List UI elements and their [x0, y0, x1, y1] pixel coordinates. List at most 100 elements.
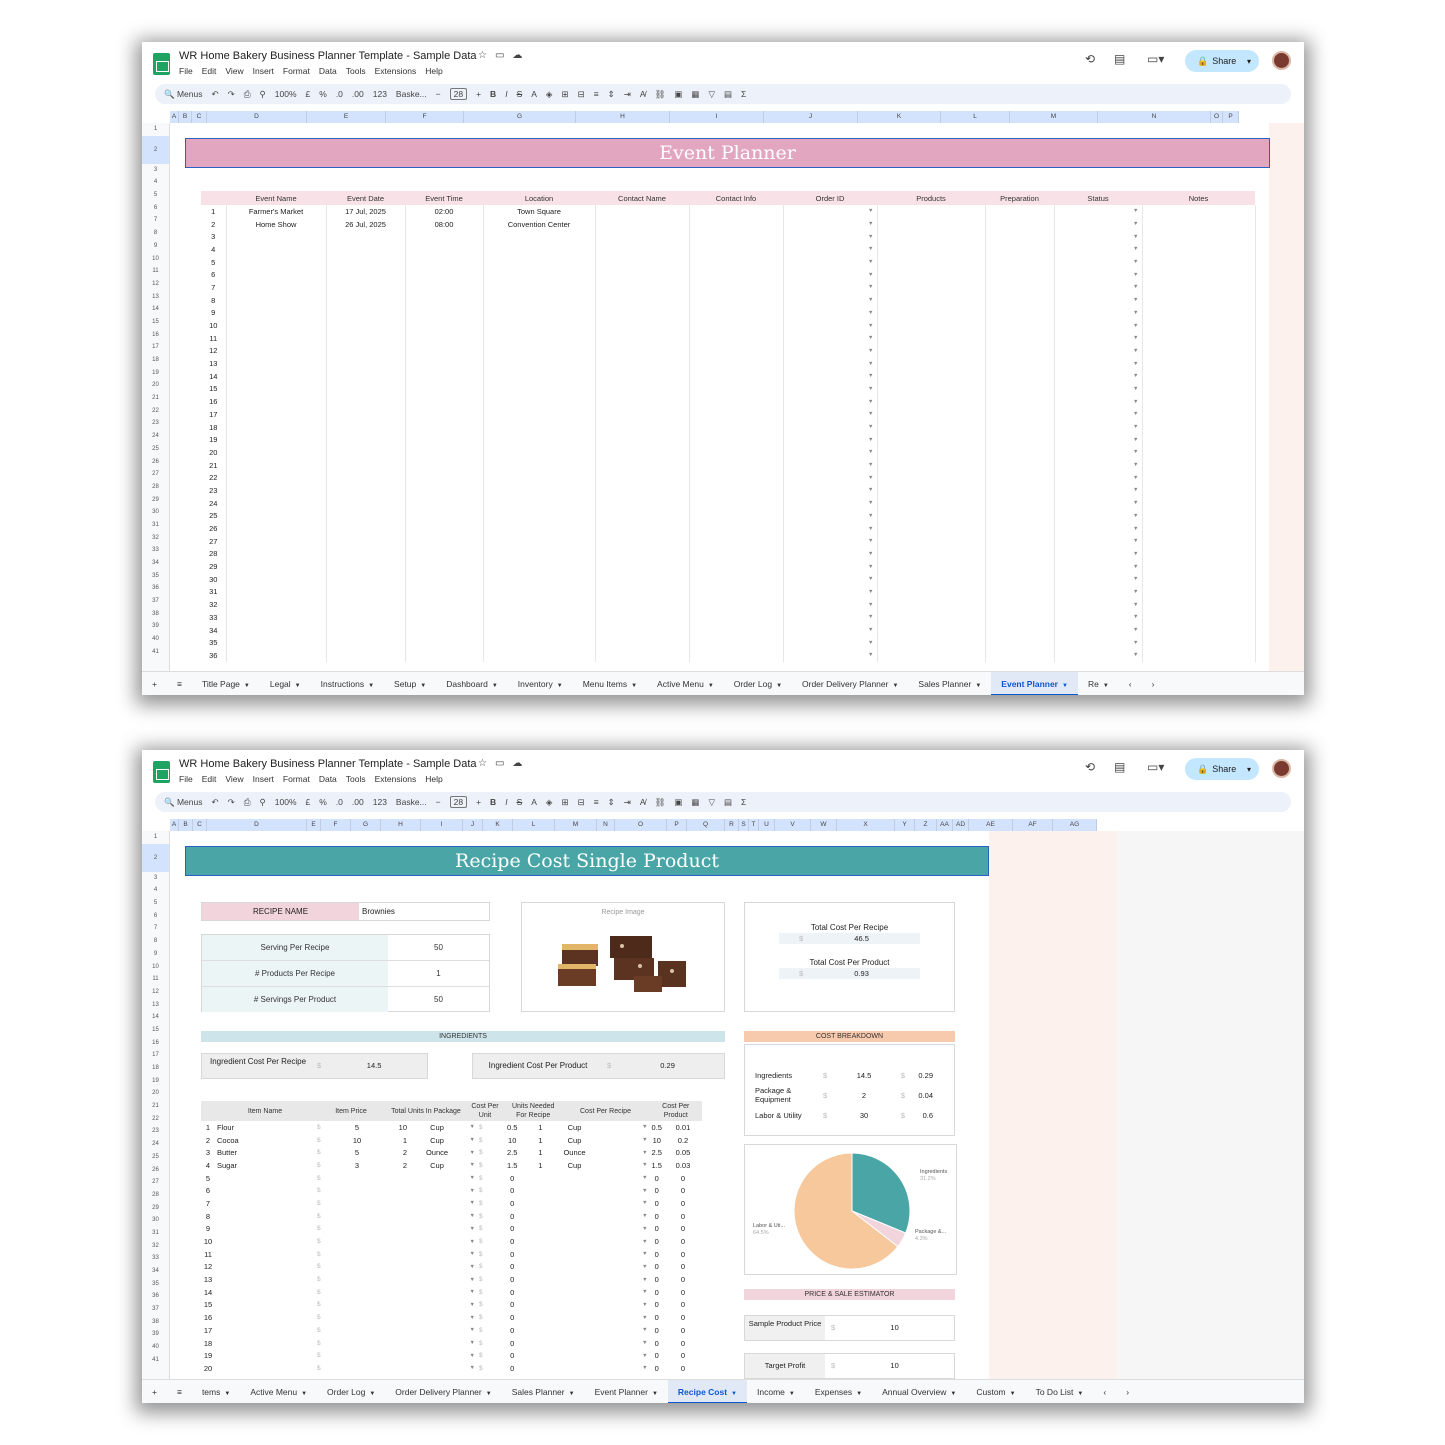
needed-unit-dropdown-icon[interactable]: ▼	[588, 1286, 650, 1299]
merge-icon[interactable]: ⊟	[578, 797, 585, 808]
tab-income[interactable]: Income▼	[747, 1380, 805, 1404]
row-header[interactable]: 20	[142, 1087, 169, 1100]
event-cell[interactable]	[226, 598, 326, 611]
event-cell[interactable]	[483, 433, 595, 446]
event-cell[interactable]	[483, 548, 595, 561]
event-cell[interactable]	[483, 471, 595, 484]
notes-cell[interactable]	[1142, 636, 1255, 649]
event-cell[interactable]	[326, 624, 405, 637]
needed-unit-dropdown-icon[interactable]: ▼	[588, 1349, 650, 1362]
units-needed[interactable]	[519, 1286, 561, 1299]
contact-name-cell[interactable]	[595, 294, 689, 307]
row-header[interactable]: 27	[142, 468, 169, 481]
units-needed[interactable]	[519, 1172, 561, 1185]
unit-select[interactable]	[409, 1210, 465, 1223]
undo-icon[interactable]: ↶	[211, 797, 218, 808]
needed-unit-dropdown-icon[interactable]: ▼	[588, 1121, 650, 1134]
percent-button[interactable]: %	[319, 797, 327, 807]
order-id-dropdown[interactable]: ▼	[783, 471, 877, 484]
units-needed[interactable]	[519, 1349, 561, 1362]
link-icon[interactable]: ⛓	[655, 797, 666, 808]
paint-format-icon[interactable]: ⚲	[260, 797, 266, 808]
row-header[interactable]: 31	[142, 1227, 169, 1240]
contact-info-cell[interactable]	[689, 205, 783, 218]
contact-name-cell[interactable]	[595, 205, 689, 218]
column-header[interactable]: B	[179, 819, 193, 831]
total-units[interactable]: 1	[387, 1134, 409, 1147]
needed-unit-dropdown-icon[interactable]: ▼	[588, 1324, 650, 1337]
products-cell[interactable]	[877, 586, 985, 599]
item-name[interactable]	[215, 1223, 315, 1236]
event-cell[interactable]	[326, 586, 405, 599]
row-header[interactable]: 17	[142, 1049, 169, 1062]
units-needed[interactable]	[519, 1273, 561, 1286]
needed-unit-select[interactable]	[561, 1337, 587, 1350]
contact-info-cell[interactable]	[689, 497, 783, 510]
zoom-select[interactable]: 100%	[275, 89, 297, 99]
item-name[interactable]	[215, 1184, 315, 1197]
event-cell[interactable]	[405, 433, 483, 446]
contact-name-cell[interactable]	[595, 598, 689, 611]
row-header[interactable]: 14	[142, 1011, 169, 1024]
history-icon[interactable]: ⟲	[1085, 52, 1095, 66]
menu-tools[interactable]: Tools	[346, 774, 366, 784]
event-cell[interactable]	[226, 586, 326, 599]
notes-cell[interactable]	[1142, 573, 1255, 586]
products-cell[interactable]	[877, 573, 985, 586]
chevron-down-icon[interactable]: ▼	[631, 683, 637, 689]
row-header[interactable]: 35	[142, 570, 169, 583]
event-cell[interactable]	[483, 636, 595, 649]
row-header[interactable]: 26	[142, 456, 169, 469]
item-price[interactable]	[327, 1197, 387, 1210]
notes-cell[interactable]	[1142, 497, 1255, 510]
total-units[interactable]	[387, 1286, 409, 1299]
status-dropdown[interactable]: ▼	[1054, 319, 1142, 332]
column-header[interactable]: R	[725, 819, 739, 831]
row-header[interactable]: 36	[142, 1290, 169, 1303]
needed-unit-select[interactable]	[561, 1362, 587, 1375]
contact-name-cell[interactable]	[595, 395, 689, 408]
font-size-input[interactable]: 28	[450, 88, 467, 100]
contact-info-cell[interactable]	[689, 243, 783, 256]
products-cell[interactable]	[877, 319, 985, 332]
preparation-cell[interactable]	[985, 256, 1054, 269]
chevron-down-icon[interactable]: ▼	[1062, 683, 1068, 689]
row-header[interactable]: 7	[142, 922, 169, 935]
unit-dropdown-icon[interactable]: ▼	[465, 1197, 477, 1210]
notes-cell[interactable]	[1142, 243, 1255, 256]
event-cell[interactable]	[405, 586, 483, 599]
row-header[interactable]: 33	[142, 544, 169, 557]
products-cell[interactable]	[877, 560, 985, 573]
row-header[interactable]: 19	[142, 367, 169, 380]
tab-recipe-cost[interactable]: Recipe Cost▼	[668, 1380, 747, 1404]
event-cell[interactable]	[326, 649, 405, 662]
products-cell[interactable]	[877, 408, 985, 421]
tab-to-do-list[interactable]: To Do List▼	[1026, 1380, 1094, 1404]
row-header[interactable]: 24	[142, 1138, 169, 1151]
event-cell[interactable]	[326, 268, 405, 281]
event-cell[interactable]: Convention Center	[483, 218, 595, 231]
tab-event-planner[interactable]: Event Planner▼	[585, 1380, 668, 1404]
needed-unit-select[interactable]	[561, 1273, 587, 1286]
event-cell[interactable]	[483, 446, 595, 459]
row-header[interactable]: 2	[142, 136, 169, 164]
notes-cell[interactable]	[1142, 433, 1255, 446]
status-dropdown[interactable]: ▼	[1054, 230, 1142, 243]
contact-name-cell[interactable]	[595, 256, 689, 269]
row-header[interactable]: 39	[142, 1328, 169, 1341]
column-header[interactable]: Z	[915, 819, 937, 831]
total-units[interactable]	[387, 1261, 409, 1274]
event-cell[interactable]: 02:00	[405, 205, 483, 218]
order-id-dropdown[interactable]: ▼	[783, 624, 877, 637]
order-id-dropdown[interactable]: ▼	[783, 294, 877, 307]
row-header[interactable]: 34	[142, 557, 169, 570]
add-sheet-icon[interactable]: +	[142, 1380, 167, 1404]
order-id-dropdown[interactable]: ▼	[783, 408, 877, 421]
preparation-cell[interactable]	[985, 471, 1054, 484]
chevron-down-icon[interactable]: ▼	[369, 1391, 375, 1397]
preparation-cell[interactable]	[985, 357, 1054, 370]
row-header[interactable]: 12	[142, 278, 169, 291]
chevron-down-icon[interactable]: ▾	[1247, 765, 1251, 774]
status-dropdown[interactable]: ▼	[1054, 548, 1142, 561]
row-header[interactable]: 32	[142, 532, 169, 545]
